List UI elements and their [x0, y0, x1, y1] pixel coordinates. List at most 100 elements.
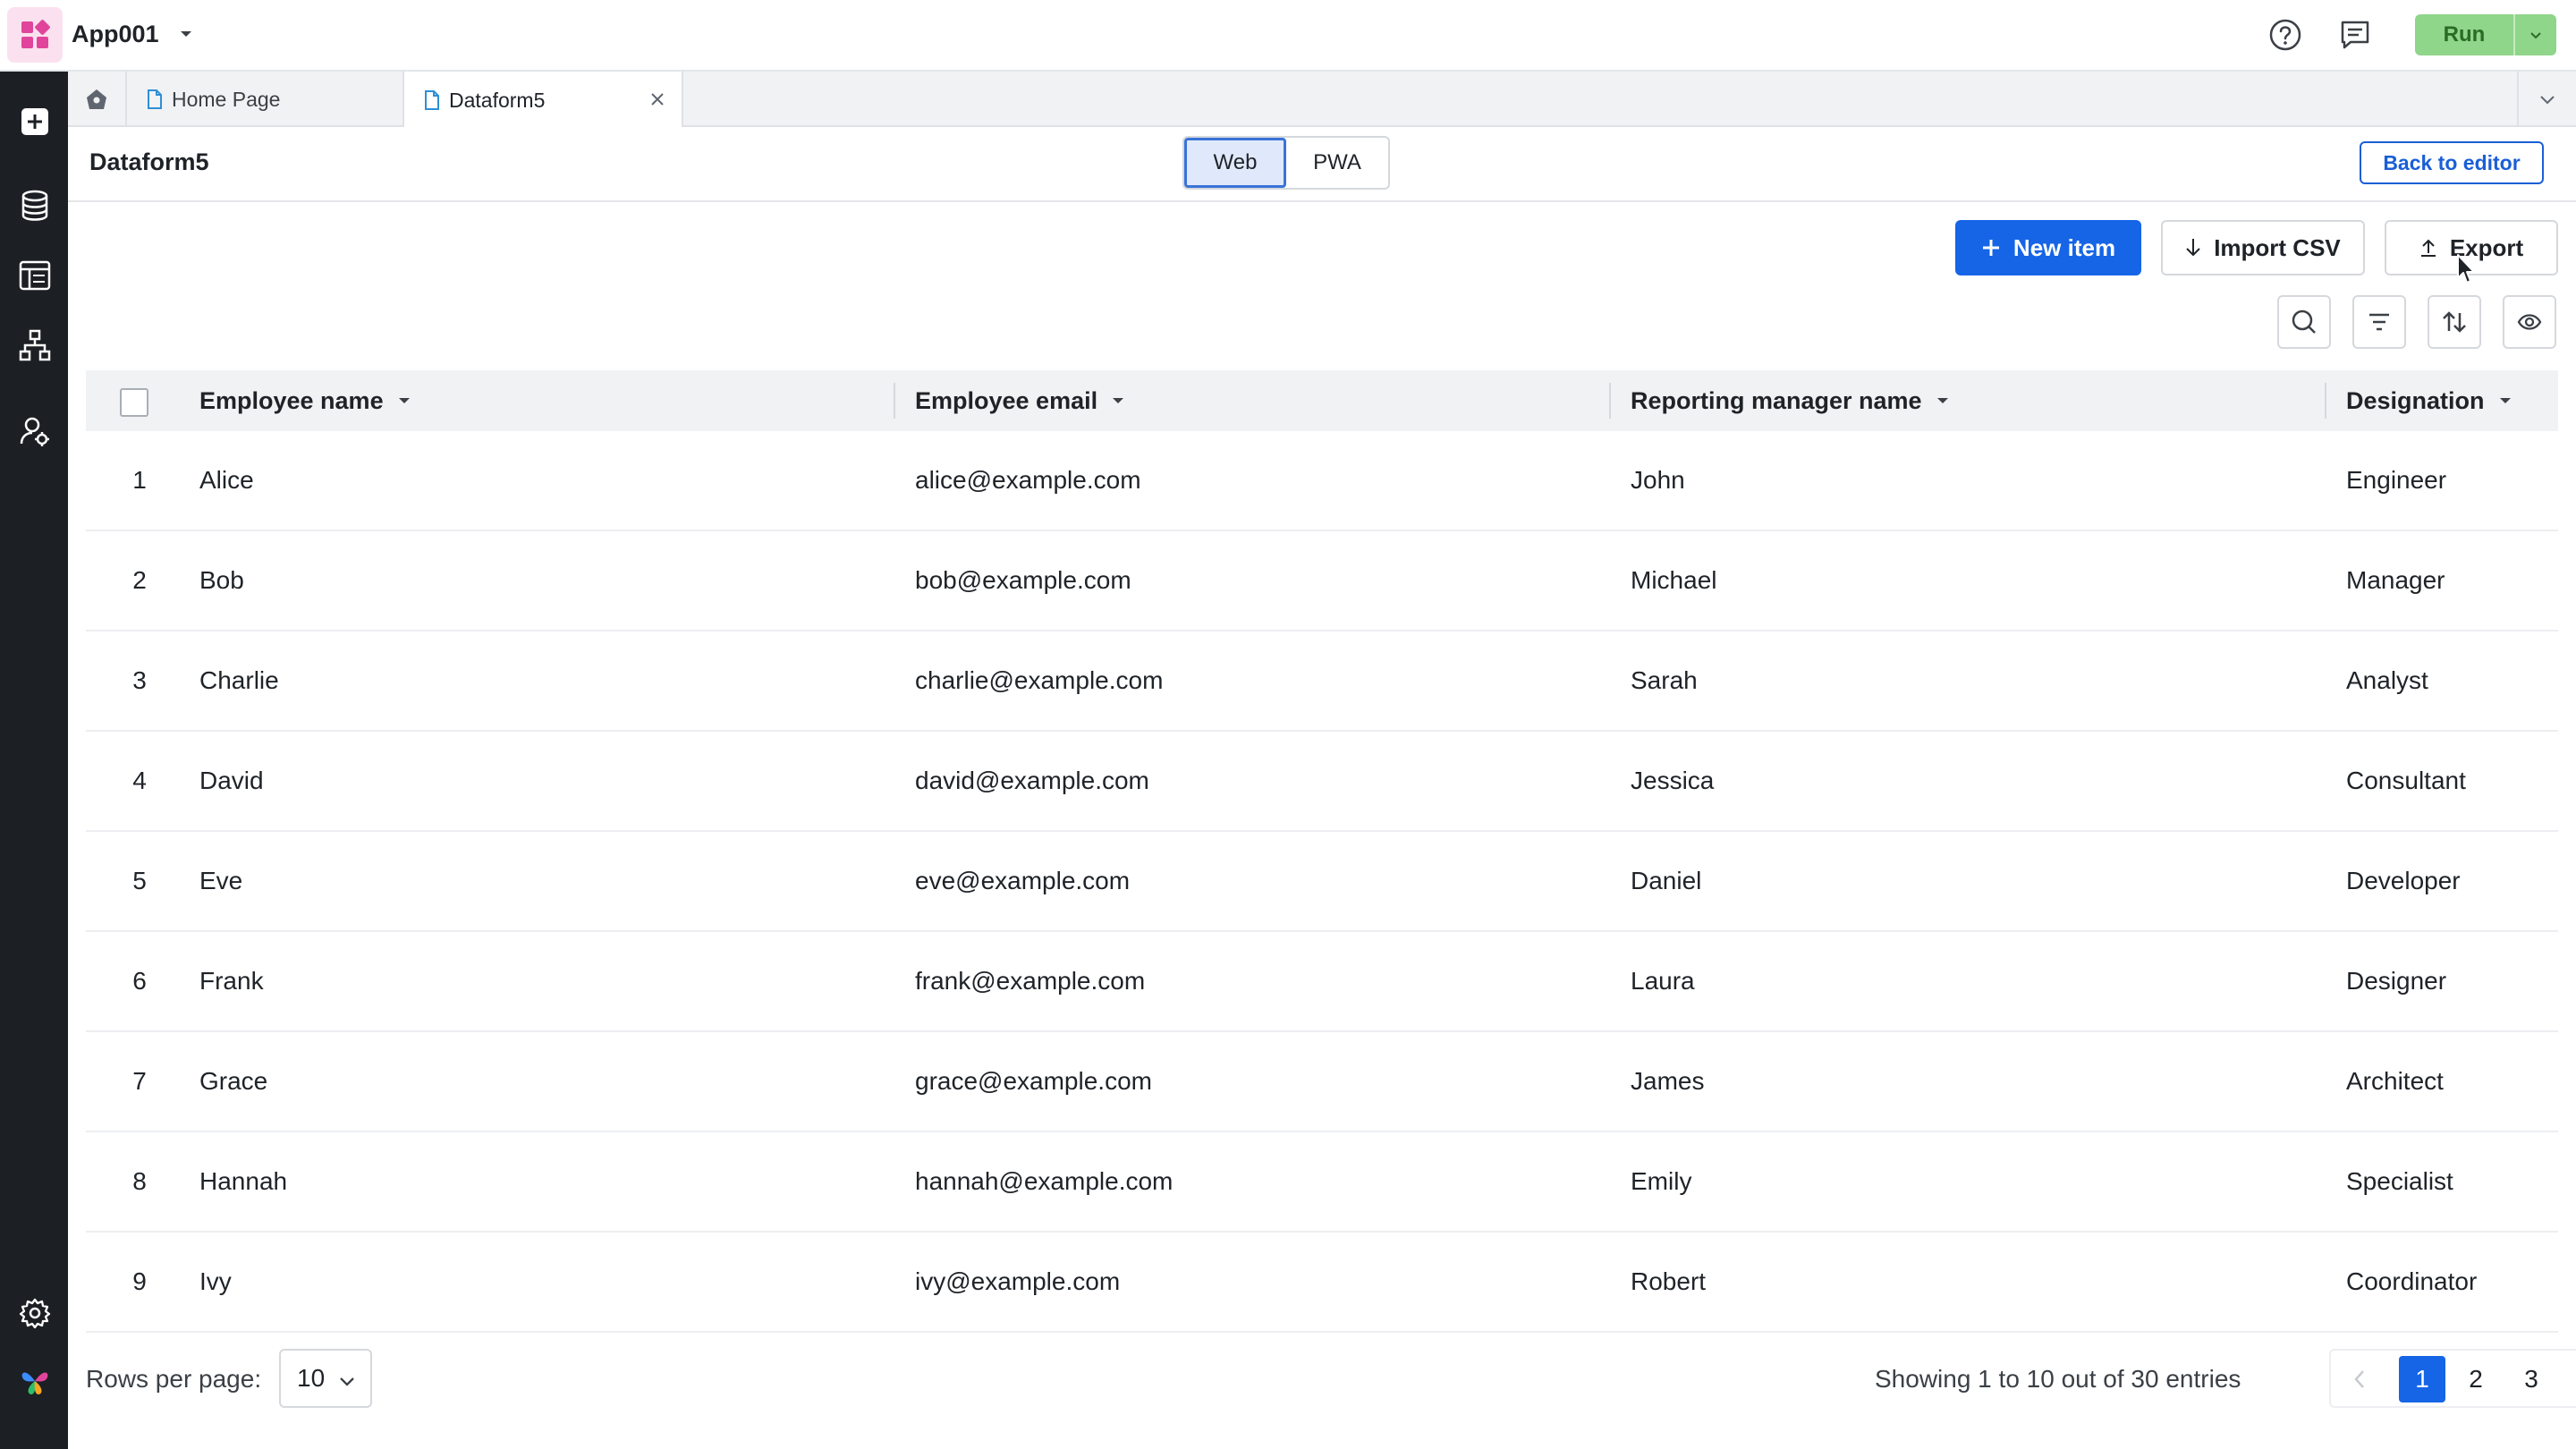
table-row[interactable]: 3 Charlie charlie@example.com Sarah Anal…: [86, 631, 2558, 732]
table-row[interactable]: 8 Hannah hannah@example.com Emily Specia…: [86, 1132, 2558, 1233]
visibility-button[interactable]: [2503, 295, 2556, 349]
cell-employee-email: alice@example.com: [915, 466, 1141, 494]
column-header-label: Designation: [2346, 386, 2485, 414]
cell-reporting-manager: Robert: [1631, 1267, 1707, 1295]
database-icon[interactable]: [17, 188, 53, 224]
flow-icon[interactable]: [17, 327, 53, 363]
cell-employee-email: frank@example.com: [915, 967, 1146, 995]
page-button-1[interactable]: 1: [2399, 1356, 2445, 1402]
table-row[interactable]: 7 Grace grace@example.com James Architec…: [86, 1032, 2558, 1132]
upload-icon: [2419, 237, 2437, 258]
cell-employee-email: hannah@example.com: [915, 1167, 1174, 1195]
cell-designation: Designer: [2346, 967, 2447, 995]
filter-button[interactable]: [2352, 295, 2406, 349]
comment-icon[interactable]: [2336, 16, 2374, 54]
table-row[interactable]: 9 Ivy ivy@example.com Robert Coordinator: [86, 1233, 2558, 1333]
page-button-3[interactable]: 3: [2508, 1356, 2555, 1402]
cell-reporting-manager: Michael: [1631, 566, 1717, 594]
pagination: 1 2 3: [2329, 1349, 2576, 1408]
new-item-button[interactable]: New item: [1955, 220, 2141, 275]
import-csv-button[interactable]: Import CSV: [2161, 220, 2365, 275]
back-to-editor-button[interactable]: Back to editor: [2360, 141, 2544, 184]
cell-employee-name: Alice: [199, 466, 254, 494]
row-number: 8: [132, 1167, 147, 1195]
chevron-down-icon[interactable]: [2517, 72, 2576, 127]
rows-per-page-label: Rows per page:: [86, 1365, 262, 1393]
chevron-down-icon[interactable]: [2515, 14, 2556, 55]
cell-designation: Developer: [2346, 867, 2461, 894]
cell-employee-email: ivy@example.com: [915, 1267, 1121, 1295]
cell-employee-name: Eve: [199, 867, 243, 894]
cell-designation: Manager: [2346, 566, 2445, 594]
table-row[interactable]: 4 David david@example.com Jessica Consul…: [86, 732, 2558, 832]
cell-reporting-manager: James: [1631, 1067, 1705, 1095]
cell-designation: Engineer: [2346, 466, 2447, 494]
close-icon[interactable]: [649, 91, 665, 107]
chevron-left-icon[interactable]: [2336, 1356, 2383, 1402]
table-layout-icon[interactable]: [17, 258, 53, 293]
platform-pwa-option[interactable]: PWA: [1286, 138, 1388, 188]
table-row[interactable]: 2 Bob bob@example.com Michael Manager: [86, 531, 2558, 631]
user-settings-icon[interactable]: [17, 413, 53, 449]
cell-reporting-manager: John: [1631, 466, 1685, 494]
column-header-label: Employee name: [199, 386, 384, 414]
eye-icon: [2517, 313, 2542, 331]
caret-down-icon[interactable]: [1935, 393, 1951, 409]
settings-icon[interactable]: [17, 1295, 53, 1331]
cell-designation: Consultant: [2346, 767, 2466, 794]
cell-employee-name: Grace: [199, 1067, 268, 1095]
cell-employee-email: eve@example.com: [915, 867, 1131, 894]
sort-icon: [2442, 310, 2467, 334]
download-icon: [2185, 237, 2201, 258]
table-row[interactable]: 6 Frank frank@example.com Laura Designer: [86, 932, 2558, 1032]
select-all-checkbox[interactable]: [120, 388, 148, 417]
cell-designation: Architect: [2346, 1067, 2444, 1095]
chevron-right-icon[interactable]: [2569, 1356, 2576, 1402]
caret-down-icon[interactable]: [396, 393, 412, 409]
caret-down-icon[interactable]: [2497, 393, 2513, 409]
row-number: 9: [132, 1267, 147, 1295]
caret-down-icon[interactable]: [1110, 393, 1126, 409]
row-number: 3: [132, 666, 147, 694]
sort-button[interactable]: [2428, 295, 2481, 349]
run-button[interactable]: Run: [2415, 14, 2556, 55]
document-icon: [424, 90, 440, 110]
page-header: Dataform5 Web PWA Back to editor: [68, 127, 2576, 202]
tab-home-page[interactable]: Home Page: [127, 72, 404, 127]
add-icon[interactable]: [17, 104, 53, 140]
table-row[interactable]: 5 Eve eve@example.com Daniel Developer: [86, 832, 2558, 932]
column-header-employee-name[interactable]: Employee name: [199, 370, 412, 431]
new-item-label: New item: [2012, 233, 2116, 261]
rows-per-page-select[interactable]: 10: [279, 1349, 372, 1408]
cell-reporting-manager: Daniel: [1631, 867, 1702, 894]
home-icon[interactable]: [68, 72, 127, 127]
column-header-employee-email[interactable]: Employee email: [915, 370, 1126, 431]
row-number: 6: [132, 967, 147, 995]
top-bar: App001 Run: [0, 0, 2576, 72]
platform-web-option[interactable]: Web: [1184, 138, 1286, 188]
row-number: 2: [132, 566, 147, 594]
filter-icon: [2368, 312, 2391, 332]
cell-reporting-manager: Laura: [1631, 967, 1695, 995]
cell-employee-name: Ivy: [199, 1267, 232, 1295]
app-name[interactable]: App001: [72, 18, 159, 50]
column-header-designation[interactable]: Designation: [2346, 370, 2513, 431]
cell-employee-name: Bob: [199, 566, 244, 594]
cell-employee-email: david@example.com: [915, 767, 1149, 794]
cell-employee-email: grace@example.com: [915, 1067, 1152, 1095]
row-number: 7: [132, 1067, 147, 1095]
tab-label: Home Page: [172, 87, 281, 111]
search-button[interactable]: [2277, 295, 2331, 349]
caret-down-icon[interactable]: [177, 25, 195, 43]
help-icon[interactable]: [2267, 16, 2304, 54]
app-logo-icon[interactable]: [7, 7, 63, 63]
cell-employee-email: bob@example.com: [915, 566, 1131, 594]
row-number: 4: [132, 767, 147, 794]
tab-dataform5[interactable]: Dataform5: [404, 72, 683, 129]
cell-employee-name: Charlie: [199, 666, 279, 694]
entries-summary: Showing 1 to 10 out of 30 entries: [1875, 1365, 2241, 1393]
column-header-reporting-manager[interactable]: Reporting manager name: [1631, 370, 1951, 431]
page-button-2[interactable]: 2: [2453, 1356, 2499, 1402]
table-row[interactable]: 1 Alice alice@example.com John Engineer: [86, 431, 2558, 531]
tab-label: Dataform5: [449, 88, 546, 112]
